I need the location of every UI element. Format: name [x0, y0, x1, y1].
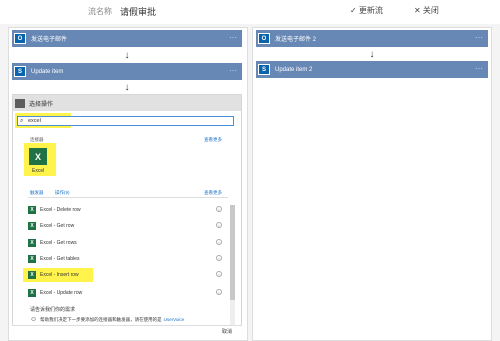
scrollbar-thumb[interactable] — [230, 205, 235, 300]
update-item-step[interactable]: S Update item ··· — [12, 63, 242, 80]
info-icon[interactable]: i — [216, 222, 222, 228]
excel-icon: X — [28, 255, 36, 263]
send-email-2-step[interactable]: O 发送电子邮件 2 ··· — [256, 30, 488, 47]
action-item[interactable]: X Excel - Get row i — [28, 221, 228, 231]
divider — [28, 197, 228, 198]
info-icon[interactable]: i — [216, 255, 222, 261]
more-options-icon[interactable]: ··· — [475, 33, 483, 42]
down-arrow-icon: ↓ — [369, 49, 375, 60]
more-options-icon[interactable]: ··· — [229, 33, 237, 42]
feedback-line: ☺ 帮助我们决定下一步要添加的连接器和触发器，请在使用的是 UserVoice — [30, 316, 185, 323]
send-email-step[interactable]: O 发送电子邮件 ··· — [12, 30, 242, 47]
flow-name-input[interactable]: 请假审批 — [120, 5, 156, 18]
info-icon[interactable]: i — [216, 289, 222, 295]
search-icon: ⌕ — [20, 118, 24, 124]
tab-actions[interactable]: 操作(9) — [55, 190, 70, 196]
panel-footer: 取消 — [12, 325, 242, 335]
down-arrow-icon: ↓ — [124, 50, 130, 61]
action-item[interactable]: X Excel - Get tables i — [28, 254, 228, 264]
excel-connector-label[interactable]: Excel — [32, 168, 44, 174]
sharepoint-icon: S — [258, 64, 270, 75]
action-item[interactable]: X Excel - Get rows i — [28, 238, 228, 248]
action-icon — [15, 98, 25, 108]
tab-triggers[interactable]: 触发器 — [30, 190, 44, 196]
excel-icon: X — [28, 271, 36, 279]
action-item[interactable]: X Excel - Delete row i — [28, 205, 228, 215]
more-options-icon[interactable]: ··· — [475, 64, 483, 73]
flow-name-label: 流名称 — [88, 7, 112, 16]
scrollbar[interactable] — [230, 205, 235, 325]
outlook-icon: O — [14, 33, 26, 44]
close-button[interactable]: ✕ 关闭 — [414, 5, 439, 16]
more-options-icon[interactable]: ··· — [229, 66, 237, 75]
excel-icon: X — [28, 289, 36, 297]
action-item[interactable]: X Excel - Update row i — [28, 288, 228, 298]
info-icon[interactable]: i — [216, 271, 222, 277]
excel-icon: X — [28, 206, 36, 214]
smiley-icon: ☺ — [30, 316, 38, 323]
panel-header: 选择操作 — [13, 95, 241, 111]
see-more-link[interactable]: 查看更多 — [204, 137, 222, 143]
top-bar: 流名称 请假审批 ✓ 更新流 ✕ 关闭 — [0, 0, 500, 24]
search-input[interactable]: ⌕ excel — [17, 116, 234, 126]
info-icon[interactable]: i — [216, 206, 222, 212]
down-arrow-icon: ↓ — [124, 82, 130, 93]
sharepoint-icon: S — [14, 66, 26, 77]
feedback-title: 请告诉我们你的需求 — [30, 307, 76, 313]
update-item-2-step[interactable]: S Update item 2 ··· — [256, 61, 488, 78]
excel-icon: X — [28, 239, 36, 247]
cancel-button[interactable]: 取消 — [222, 328, 232, 335]
update-flow-button[interactable]: ✓ 更新流 — [350, 5, 383, 16]
excel-connector-icon[interactable]: X — [29, 148, 47, 165]
see-more-link[interactable]: 查看更多 — [204, 190, 222, 196]
info-icon[interactable]: i — [216, 239, 222, 245]
action-item-insert-row[interactable]: X Excel - Insert row i — [28, 270, 228, 280]
uservoice-link[interactable]: UserVoice — [164, 317, 185, 322]
outlook-icon: O — [258, 33, 270, 44]
excel-icon: X — [28, 222, 36, 230]
